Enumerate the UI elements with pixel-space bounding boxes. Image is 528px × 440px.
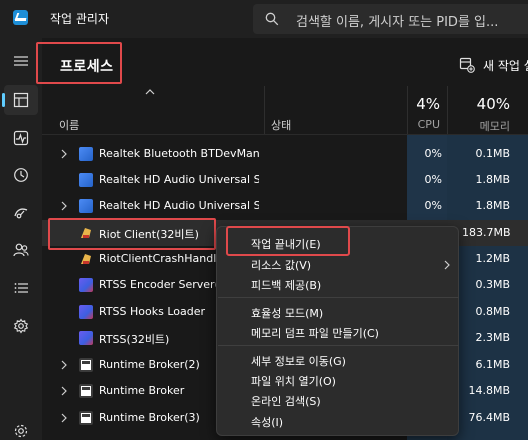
app-title: 작업 관리자 [50,12,110,26]
expand-chevron-icon[interactable] [61,360,67,370]
hamburger-menu-button[interactable] [4,46,38,76]
process-memory: 76.4MB [468,411,510,424]
table-row[interactable]: Realtek HD Audio Universal S... 0% 1.8MB [42,193,528,219]
rtss-icon [79,278,93,292]
menu-item-properties[interactable]: 속성(I) [251,414,283,430]
process-memory: 0.8MB [475,305,510,318]
menu-item-search-online[interactable]: 온라인 검색(S) [251,393,321,409]
title-bar: 작업 관리자 검색할 이름, 게시자 또는 PID를 입... [0,0,528,38]
process-memory: 1.8MB [475,173,510,186]
realtek-icon [79,147,93,161]
sort-up-chevron-icon [145,89,155,95]
realtek-icon [79,199,93,213]
search-box[interactable]: 검색할 이름, 게시자 또는 PID를 입... [253,4,528,34]
nav-performance[interactable] [4,123,38,153]
sidebar [0,38,42,440]
details-list-icon [14,283,28,293]
menu-separator [218,345,459,346]
startup-icon [14,208,28,219]
process-memory: 6.1MB [475,358,510,371]
nav-app-history[interactable] [4,160,38,190]
table-row[interactable]: Realtek HD Audio Universal S... 0% 1.8MB [42,167,528,193]
process-name: Realtek HD Audio Universal S... [99,173,259,186]
nav-processes[interactable] [2,85,38,115]
nav-services[interactable] [4,311,38,341]
process-cpu: 0% [424,173,442,186]
riot-client-highlight-box [48,218,216,250]
process-name: Realtek HD Audio Universal S... [99,199,259,212]
rtss-icon [79,305,93,319]
process-cpu: 0% [424,147,442,160]
menu-item-efficiency-mode[interactable]: 효율성 모드(M) [251,305,323,321]
search-icon [265,12,279,26]
search-input[interactable]: 검색할 이름, 게시자 또는 PID를 입... [296,11,498,30]
window-icon [79,384,93,398]
column-header-memory[interactable]: 메모리 [448,118,510,134]
process-memory: 2.3MB [475,331,510,344]
new-task-icon [459,57,475,73]
riot-icon [81,254,91,264]
services-gear-icon [13,318,29,334]
page-title-highlight-box [36,42,122,84]
process-memory: 14.8MB [468,384,510,397]
menu-item-open-file-location[interactable]: 파일 위치 열기(O) [251,373,336,389]
users-icon [13,243,29,257]
performance-icon [13,130,29,146]
process-memory: 0.3MB [475,278,510,291]
process-memory: 183.7MB [462,226,511,239]
expand-chevron-icon[interactable] [61,413,67,423]
expand-chevron-icon[interactable] [61,201,67,211]
settings-gear-icon [14,424,28,438]
header-separator [42,134,528,135]
nav-settings[interactable] [4,416,38,440]
column-header-name[interactable]: 이름 [59,117,79,133]
realtek-icon [79,173,93,187]
nav-users[interactable] [4,235,38,265]
process-memory: 1.2MB [475,252,510,265]
menu-separator [218,297,459,298]
nav-details[interactable] [4,273,38,303]
process-memory: 1.8MB [475,199,510,212]
submenu-chevron-icon [444,260,450,270]
cpu-total-percent[interactable]: 4% [408,95,440,113]
table-row[interactable]: Realtek Bluetooth BTDevMan... 0% 0.1MB [42,141,528,167]
new-task-label: 새 작업 실 [483,59,528,73]
window-icon [79,358,93,372]
processes-icon [13,92,29,108]
column-divider[interactable] [264,86,265,134]
nav-startup-apps[interactable] [4,198,38,228]
hamburger-icon [14,56,28,66]
menu-item-feedback[interactable]: 피드백 제공(B) [251,277,321,293]
process-memory: 0.1MB [475,147,510,160]
task-manager-app-icon [13,10,28,25]
expand-chevron-icon[interactable] [61,386,67,396]
window-icon [79,411,93,425]
menu-item-go-to-details[interactable]: 세부 정보로 이동(G) [251,353,346,369]
expand-chevron-icon[interactable] [61,149,67,159]
process-name: Realtek Bluetooth BTDevMan... [99,147,259,160]
process-cpu: 0% [424,199,442,212]
rtss-icon [79,331,93,345]
end-task-highlight-box [226,226,350,256]
context-menu: 작업 끝내기(E) 리소스 값(V) 피드백 제공(B) 효율성 모드(M) 메… [216,226,459,436]
column-header-cpu[interactable]: CPU [408,118,440,131]
menu-item-resource-values[interactable]: 리소스 값(V) [251,257,311,273]
memory-total-percent[interactable]: 40% [448,95,510,113]
history-icon [14,168,28,182]
column-header-status[interactable]: 상태 [271,117,291,133]
menu-item-memory-dump[interactable]: 메모리 덤프 파일 만들기(C) [251,325,379,341]
